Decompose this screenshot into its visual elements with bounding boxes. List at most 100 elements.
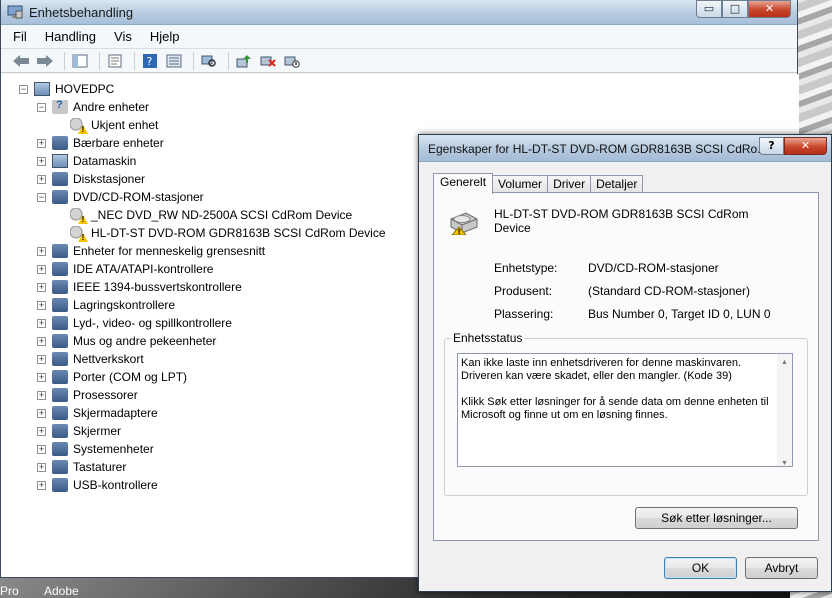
status-text-error: Kan ikke laste inn enhetsdriveren for de… (461, 357, 742, 382)
forward-icon[interactable] (35, 52, 55, 70)
collapse-icon[interactable]: − (19, 84, 28, 94)
expand-icon[interactable]: + (37, 246, 46, 256)
property-value-location: Bus Number 0, Target ID 0, LUN 0 (588, 307, 771, 321)
device-manager-icon (7, 5, 23, 19)
menu-fil[interactable]: Fil (13, 29, 27, 44)
tree-item-label: Tastaturer (73, 460, 127, 474)
expand-icon[interactable]: + (37, 282, 46, 292)
menu-vis[interactable]: Vis (114, 29, 132, 44)
network-adapter-icon (52, 352, 68, 366)
tree-item[interactable]: − HOVEDPC (19, 80, 114, 98)
expand-icon[interactable]: + (37, 390, 46, 400)
tree-item[interactable]: + Mus og andre pekeenheter (37, 332, 216, 350)
minimize-button[interactable]: ▭ (696, 0, 722, 18)
uninstall-icon[interactable] (258, 52, 278, 70)
tab-strip: Generelt Volumer Driver Detaljer (433, 173, 644, 194)
taskbar-item-adobe[interactable]: Adobe (44, 584, 79, 598)
tree-item-label: Enheter for menneskelig grensesnitt (73, 244, 266, 258)
collapse-icon[interactable]: − (37, 192, 46, 202)
view-icon[interactable] (164, 52, 184, 70)
tree-item[interactable]: + Skjermer (37, 422, 121, 440)
tree-item-label: Systemenheter (73, 442, 154, 456)
toolbar: ? (1, 49, 797, 73)
help-icon[interactable]: ? (140, 52, 160, 70)
svg-text:?: ? (147, 55, 153, 68)
dialog-help-button[interactable]: ? (759, 137, 784, 155)
taskbar-labels: Pro Adobe (0, 578, 200, 598)
maximize-button[interactable]: □ (722, 0, 748, 18)
cancel-button[interactable]: Avbryt (745, 557, 818, 579)
tree-item[interactable]: + Bærbare enheter (37, 134, 164, 152)
tree-item-label: Skjermadaptere (73, 406, 158, 420)
scroll-up-icon[interactable]: ▲ (777, 356, 792, 369)
tree-item[interactable]: _NEC DVD_RW ND-2500A SCSI CdRom Device (55, 206, 352, 224)
storage-controller-icon (52, 298, 68, 312)
taskbar-item-pro[interactable]: Pro (0, 584, 19, 598)
tree-item[interactable]: + Lagringskontrollere (37, 296, 175, 314)
device-name-line-2: Device (494, 221, 531, 235)
expand-icon[interactable]: + (37, 138, 46, 148)
tree-item[interactable]: − DVD/CD-ROM-stasjoner (37, 188, 204, 206)
properties-icon[interactable] (105, 52, 125, 70)
menu-hjelp[interactable]: Hjelp (150, 29, 180, 44)
tab-generelt[interactable]: Generelt (433, 173, 494, 194)
tree-item[interactable]: + Nettverkskort (37, 350, 144, 368)
title-bar[interactable]: Enhetsbehandling ▭ □ ✕ (1, 0, 797, 25)
tree-item[interactable]: + Prosessorer (37, 386, 138, 404)
device-status-textbox[interactable]: Kan ikke laste inn enhetsdriveren for de… (457, 353, 793, 467)
tree-item[interactable]: + Diskstasjoner (37, 170, 145, 188)
menu-handling[interactable]: Handling (45, 29, 96, 44)
tree-item[interactable]: + IDE ATA/ATAPI-kontrollere (37, 260, 213, 278)
tree-item[interactable]: + Enheter for menneskelig grensesnitt (37, 242, 265, 260)
scroll-down-icon[interactable]: ▼ (777, 457, 792, 470)
tree-item[interactable]: + Skjermadaptere (37, 404, 158, 422)
dialog-title-bar[interactable]: Egenskaper for HL-DT-ST DVD-ROM GDR8163B… (419, 135, 831, 162)
tree-item[interactable]: + Systemenheter (37, 440, 154, 458)
scan-hardware-icon[interactable] (199, 52, 219, 70)
expand-icon[interactable]: + (37, 336, 46, 346)
tree-item[interactable]: + Datamaskin (37, 152, 136, 170)
expand-icon[interactable]: + (37, 408, 46, 418)
status-scrollbar[interactable]: ▲ ▼ (777, 354, 792, 467)
back-icon[interactable] (11, 52, 31, 70)
property-value-manufacturer: (Standard CD-ROM-stasjoner) (588, 284, 751, 298)
expand-icon[interactable]: + (37, 354, 46, 364)
tree-item-label: Diskstasjoner (73, 172, 146, 186)
expand-icon[interactable]: + (37, 264, 46, 274)
dialog-close-button[interactable]: ✕ (784, 137, 827, 155)
toolbar-separator (99, 51, 100, 70)
expand-icon[interactable]: + (37, 174, 46, 184)
expand-icon[interactable]: + (37, 372, 46, 382)
tree-item-label: HOVEDPC (55, 82, 115, 96)
tree-item[interactable]: + IEEE 1394-bussvertskontrollere (37, 278, 242, 296)
expand-icon[interactable]: + (37, 300, 46, 310)
tree-item[interactable]: + Lyd-, video- og spillkontrollere (37, 314, 232, 332)
search-solutions-button[interactable]: Søk etter løsninger... (635, 507, 798, 529)
tree-item[interactable]: + USB-kontrollere (37, 476, 158, 494)
ok-button[interactable]: OK (664, 557, 737, 579)
status-text-hint: Klikk Søk etter løsninger for å sende da… (461, 396, 769, 421)
show-hide-tree-icon[interactable] (70, 52, 90, 70)
expand-icon[interactable]: + (37, 462, 46, 472)
disable-icon[interactable] (282, 52, 302, 70)
tree-item[interactable]: Ukjent enhet (55, 116, 158, 134)
close-button[interactable]: ✕ (748, 0, 791, 18)
monitor-icon (52, 424, 68, 438)
expand-icon[interactable]: + (37, 318, 46, 328)
warning-device-icon (70, 118, 86, 132)
expand-icon[interactable]: + (37, 444, 46, 454)
expand-icon[interactable]: + (37, 480, 46, 490)
tree-item[interactable]: HL-DT-ST DVD-ROM GDR8163B SCSI CdRom Dev… (55, 224, 386, 242)
mouse-icon (52, 334, 68, 348)
collapse-icon[interactable]: − (37, 102, 46, 112)
tree-item[interactable]: + Tastaturer (37, 458, 126, 476)
expand-icon[interactable]: + (37, 426, 46, 436)
expand-icon[interactable]: + (37, 156, 46, 166)
tree-item-label: Mus og andre pekeenheter (73, 334, 217, 348)
firewire-icon (52, 280, 68, 294)
update-driver-icon[interactable] (234, 52, 254, 70)
tree-item[interactable]: + Porter (COM og LPT) (37, 368, 187, 386)
svg-text:!: ! (458, 228, 461, 235)
warning-device-icon (70, 226, 86, 240)
tree-item[interactable]: − Andre enheter (37, 98, 149, 116)
